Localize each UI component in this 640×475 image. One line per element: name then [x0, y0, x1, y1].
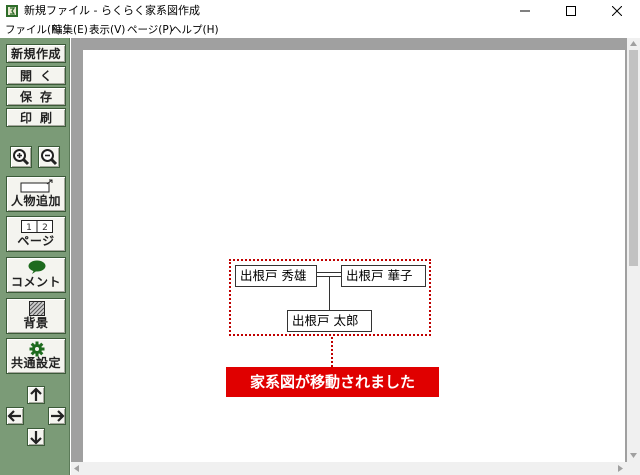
arrow-right-icon	[51, 410, 65, 422]
arrow-down-icon	[30, 431, 42, 445]
common-settings-label: 共通設定	[10, 356, 61, 370]
arrow-left-icon	[7, 410, 21, 422]
move-up-button[interactable]	[27, 386, 45, 404]
scroll-corner	[627, 462, 640, 475]
menu-view[interactable]: 表示(V)	[89, 23, 125, 37]
minimize-button[interactable]	[502, 0, 548, 22]
open-button[interactable]: 開く	[6, 66, 66, 85]
zoom-in-button[interactable]	[10, 146, 32, 168]
print-button[interactable]: 印刷	[6, 108, 66, 127]
add-person-label: 人物追加	[10, 194, 61, 208]
person-box-hideo[interactable]: 出根戸 秀雄	[235, 265, 317, 287]
person-box-hanako[interactable]: 出根戸 華子	[341, 265, 426, 287]
page-label: ページ	[17, 234, 55, 248]
page-button[interactable]: 1 2 ページ	[6, 216, 66, 252]
scroll-down-icon	[630, 453, 637, 458]
close-icon	[612, 6, 622, 16]
side-toolbar: 新規作成 開く 保存 印刷 人物追加 1 2 ページ コメント 背景 共通設定	[0, 38, 70, 475]
notification-connector	[331, 337, 333, 367]
scroll-left-icon	[74, 465, 79, 472]
menu-help[interactable]: ヘルプ(H)	[171, 23, 219, 37]
marriage-line-top	[317, 272, 341, 273]
maximize-icon	[566, 6, 576, 16]
zoom-in-icon	[13, 149, 30, 166]
arrow-up-icon	[30, 387, 42, 401]
scroll-right-icon	[618, 465, 623, 472]
move-right-button[interactable]	[48, 407, 66, 425]
common-settings-button[interactable]: 共通設定	[6, 338, 66, 374]
person-box-taro[interactable]: 出根戸 太郎	[287, 310, 372, 332]
background-label: 背景	[23, 316, 49, 330]
canvas-area[interactable]	[71, 38, 627, 462]
close-button[interactable]	[594, 0, 640, 22]
drawing-page[interactable]	[83, 50, 625, 462]
background-button[interactable]: 背景	[6, 298, 66, 334]
zoom-out-icon	[41, 149, 58, 166]
scroll-up-icon	[630, 41, 637, 46]
horizontal-scrollbar[interactable]	[71, 462, 627, 475]
move-down-button[interactable]	[27, 428, 45, 446]
comment-button[interactable]: コメント	[6, 257, 66, 293]
maximize-button[interactable]	[548, 0, 594, 22]
menu-page[interactable]: ページ(P)	[127, 23, 173, 37]
person-box-icon	[20, 179, 53, 193]
save-button[interactable]: 保存	[6, 87, 66, 106]
move-left-button[interactable]	[6, 407, 24, 425]
new-button[interactable]: 新規作成	[6, 44, 66, 63]
menu-edit[interactable]: 編集(E)	[52, 23, 88, 37]
notification-toast: 家系図が移動されました	[226, 367, 439, 397]
minimize-icon	[520, 10, 530, 12]
comment-label: コメント	[10, 275, 61, 289]
vertical-scrollbar[interactable]	[627, 38, 640, 462]
app-icon	[6, 5, 18, 17]
vertical-scroll-thumb[interactable]	[629, 50, 638, 266]
descent-line	[329, 277, 330, 310]
menu-bar: ファイル(F) 編集(E) 表示(V) ページ(P) ヘルプ(H)	[0, 22, 640, 38]
title-bar: 新規ファイル - らくらく家系図作成	[0, 0, 640, 22]
add-person-button[interactable]: 人物追加	[6, 176, 66, 212]
zoom-out-button[interactable]	[38, 146, 60, 168]
window-title: 新規ファイル - らくらく家系図作成	[24, 4, 200, 17]
